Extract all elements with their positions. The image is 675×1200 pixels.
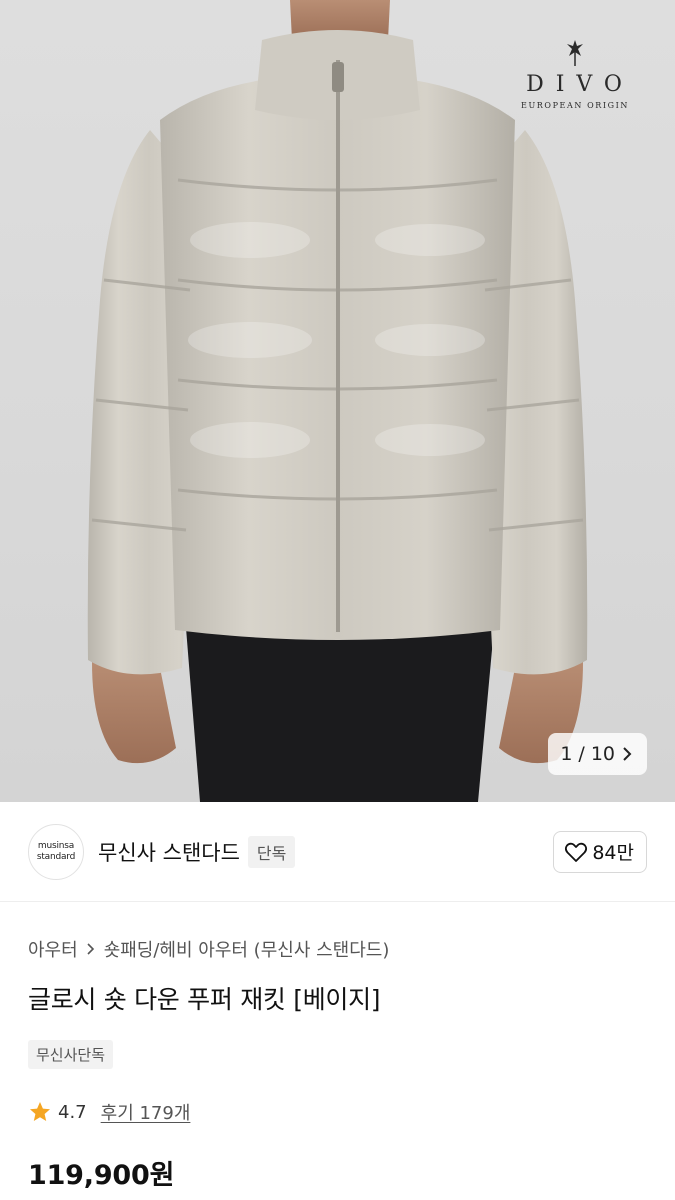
rating-row: 4.7 후기 179개 xyxy=(28,1099,647,1125)
star-icon xyxy=(30,1102,50,1121)
brand-watermark-logo: DIVO EUROPEAN ORIGIN xyxy=(515,38,635,110)
product-image-carousel[interactable]: DIVO EUROPEAN ORIGIN 1 / 10 xyxy=(0,0,675,802)
watermark-subtitle: EUROPEAN ORIGIN xyxy=(521,101,629,110)
like-button[interactable]: 84만 xyxy=(553,830,647,873)
counter-current: 1 xyxy=(560,743,573,765)
product-title: 글로시 숏 다운 푸퍼 재킷 [베이지] xyxy=(28,985,381,1014)
counter-total: 10 xyxy=(590,743,615,765)
product-info: 아우터 숏패딩/헤비 아우터 (무신사 스탠다드) 글로시 숏 다운 푸퍼 재킷… xyxy=(0,936,675,1192)
like-count: 84만 xyxy=(592,842,634,864)
breadcrumb: 아우터 숏패딩/헤비 아우터 (무신사 스탠다드) xyxy=(28,936,647,962)
avatar-line-1: musinsa xyxy=(37,840,75,851)
breadcrumb-item-category[interactable]: 숏패딩/헤비 아우터 (무신사 스탠다드) xyxy=(104,936,390,962)
chevron-right-icon xyxy=(623,747,632,761)
brand-row: musinsa standard 무신사 스탠다드 단독 84만 xyxy=(0,802,675,902)
brand-name-link[interactable]: 무신사 스탠다드 xyxy=(98,837,240,867)
breadcrumb-item-outer[interactable]: 아우터 xyxy=(28,936,78,962)
exclusive-badge: 무신사단독 xyxy=(28,1040,114,1069)
exclusive-tag: 단독 xyxy=(247,835,296,868)
chevron-right-icon xyxy=(87,943,94,955)
review-count-link[interactable]: 후기 179개 xyxy=(101,1099,191,1125)
product-price: 119,900원 xyxy=(28,1160,175,1191)
watermark-name: DIVO xyxy=(526,72,634,97)
heart-outline-icon xyxy=(565,842,588,862)
rating-score: 4.7 xyxy=(58,1101,87,1123)
divo-emblem-icon xyxy=(567,40,583,66)
image-page-counter[interactable]: 1 / 10 xyxy=(548,733,647,775)
brand-avatar[interactable]: musinsa standard xyxy=(28,823,84,880)
counter-separator: / xyxy=(578,743,585,765)
product-photo xyxy=(87,0,588,802)
avatar-line-2: standard xyxy=(36,851,76,862)
